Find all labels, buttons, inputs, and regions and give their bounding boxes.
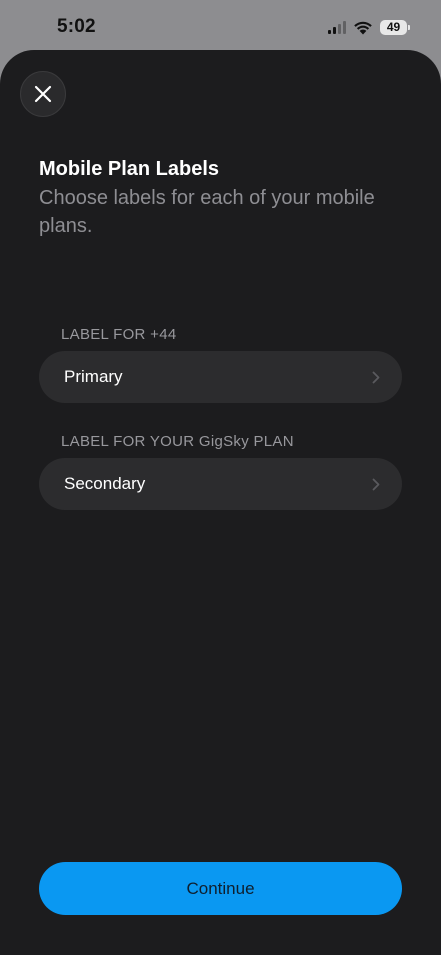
plan-label-row-primary[interactable]: Primary [39,351,402,403]
plan-label-row-secondary[interactable]: Secondary [39,458,402,510]
page-subtitle: Choose labels for each of your mobile pl… [39,187,375,237]
status-icons: 49 [328,17,410,37]
continue-button-label: Continue [186,878,255,898]
battery-level: 49 [386,20,401,34]
section-label-plan-2: LABEL FOR YOUR GigSky PLAN [61,433,294,450]
plan-label-value: Primary [64,367,123,386]
section-label-plan-1: LABEL FOR +44 [61,326,177,343]
status-bar: 5:02 49 [0,0,441,52]
status-time: 5:02 [57,16,96,37]
continue-button[interactable]: Continue [39,862,402,915]
wifi-icon [354,21,372,34]
chevron-right-icon [372,371,380,384]
plan-labels-sheet: Mobile Plan Labels Choose labels for eac… [0,50,441,955]
close-icon [34,85,52,103]
chevron-right-icon [372,478,380,491]
signal-icon [328,20,346,34]
page-title: Mobile Plan Labels [39,158,220,180]
battery-icon: 49 [380,19,410,35]
close-button[interactable] [20,71,66,117]
plan-label-value: Secondary [64,474,146,493]
